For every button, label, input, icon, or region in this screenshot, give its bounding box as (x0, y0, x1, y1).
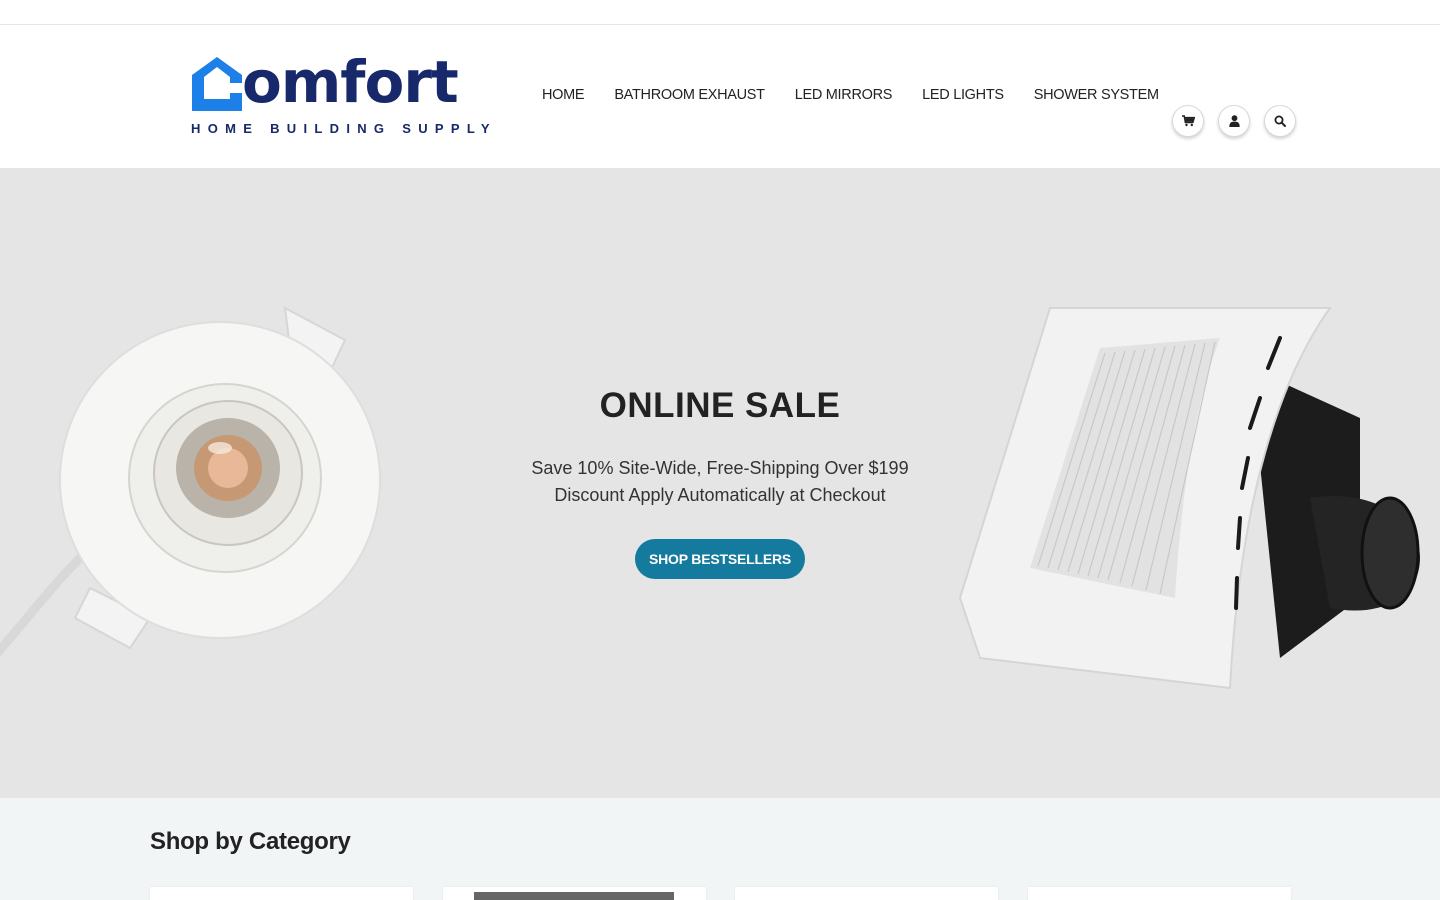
hero-banner: ONLINE SALE Save 10% Site-Wide, Free-Shi… (0, 168, 1440, 798)
nav-item-led-mirrors[interactable]: LED MIRRORS (795, 87, 893, 103)
header-actions (1172, 105, 1296, 137)
user-icon (1228, 115, 1240, 127)
cart-icon (1181, 115, 1195, 127)
category-card[interactable] (150, 887, 413, 900)
nav-item-led-lights[interactable]: LED LIGHTS (922, 87, 1004, 103)
site-logo[interactable]: omfort HOME BUILDING SUPPLY (190, 48, 490, 141)
shop-by-category-section: Shop by Category (0, 798, 1440, 900)
house-c-logo-icon (192, 57, 242, 111)
category-card[interactable] (1028, 887, 1291, 900)
main-nav: HOME BATHROOM EXHAUST LED MIRRORS LED LI… (542, 87, 1159, 103)
logo-wordmark: omfort (190, 48, 459, 116)
hero-subtitle-line-1: Save 10% Site-Wide, Free-Shipping Over $… (531, 458, 909, 478)
search-icon (1274, 115, 1286, 127)
top-bar (0, 0, 1440, 25)
section-title: Shop by Category (150, 828, 351, 855)
category-card[interactable] (735, 887, 998, 900)
hero-title: ONLINE SALE (599, 386, 841, 425)
account-button[interactable] (1218, 105, 1250, 137)
logo-tagline: HOME BUILDING SUPPLY (191, 121, 497, 136)
hero-subtitle-line-2: Discount Apply Automatically at Checkout (554, 485, 886, 505)
nav-item-shower-system[interactable]: SHOWER SYSTEM (1034, 87, 1159, 103)
nav-item-home[interactable]: HOME (542, 87, 585, 103)
shop-bestsellers-button[interactable]: SHOP BESTSELLERS (635, 539, 805, 579)
cart-button[interactable] (1172, 105, 1204, 137)
search-button[interactable] (1264, 105, 1296, 137)
logo-text: omfort (242, 48, 459, 116)
category-card[interactable] (443, 887, 706, 900)
site-header: omfort HOME BUILDING SUPPLY HOME BATHROO… (0, 25, 1440, 168)
category-thumbnail (474, 892, 674, 900)
nav-item-bathroom-exhaust[interactable]: BATHROOM EXHAUST (614, 87, 765, 103)
